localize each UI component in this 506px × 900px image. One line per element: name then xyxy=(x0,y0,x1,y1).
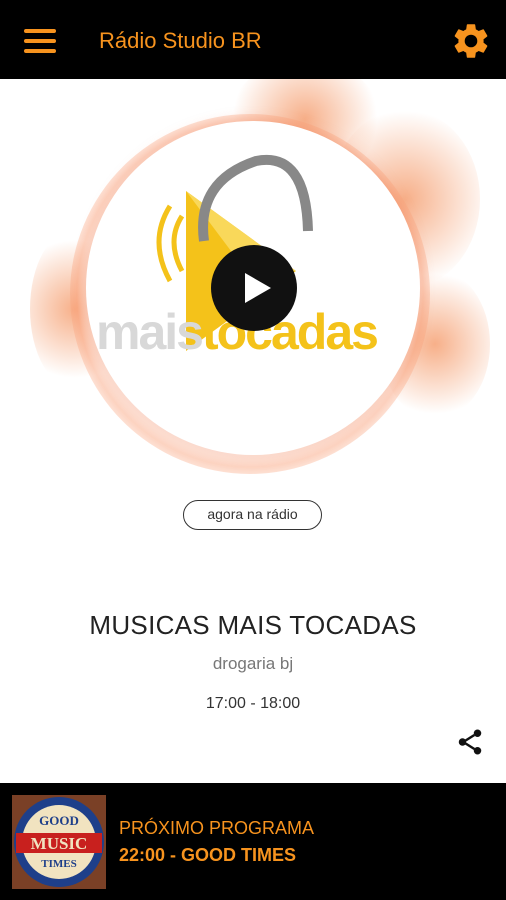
thumb-line-1: GOOD xyxy=(39,813,79,828)
app-title: Rádio Studio BR xyxy=(99,28,262,53)
play-icon xyxy=(245,273,271,303)
play-button[interactable] xyxy=(211,245,297,331)
next-program-bar[interactable]: GOOD MUSIC TIMES PRÓXIMO PROGRAMA 22:00 … xyxy=(0,783,506,900)
next-program-value: 22:00 - GOOD TIMES xyxy=(119,845,297,865)
top-app-bar: Rádio Studio BR xyxy=(0,0,506,79)
thumb-line-3: TIMES xyxy=(41,858,76,870)
hamburger-menu-icon[interactable] xyxy=(24,29,56,53)
next-program-thumbnail: GOOD MUSIC TIMES xyxy=(12,795,106,889)
current-program-host: drogaria bj xyxy=(212,654,294,673)
now-on-air-badge[interactable]: agora na rádio xyxy=(183,500,322,530)
current-program-title: MUSICAS MAIS TOCADAS xyxy=(89,610,417,640)
next-program-label: PRÓXIMO PROGRAMA xyxy=(119,818,315,838)
share-icon[interactable] xyxy=(455,727,485,757)
current-program-time: 17:00 - 18:00 xyxy=(205,695,301,712)
gear-icon[interactable] xyxy=(450,20,492,62)
hero-artwork: maistocadas xyxy=(0,79,506,499)
thumb-line-2: MUSIC xyxy=(31,834,88,853)
